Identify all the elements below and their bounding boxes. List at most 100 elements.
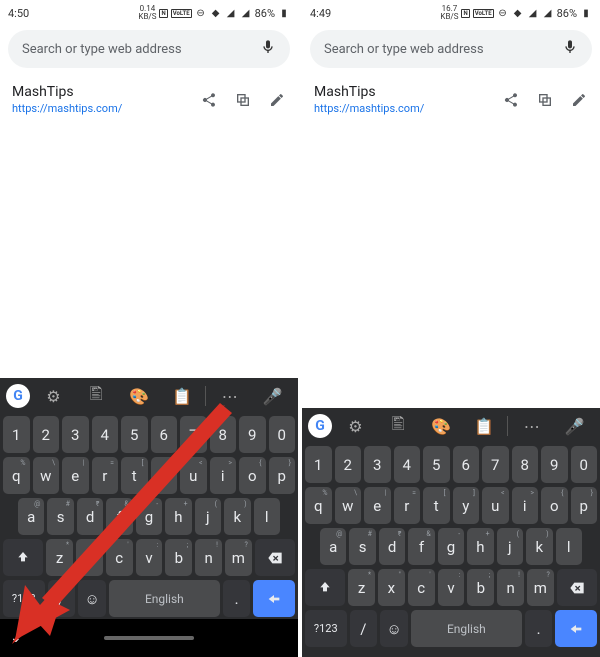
key-c[interactable]: c' <box>106 539 133 576</box>
shift-key[interactable] <box>3 539 43 576</box>
key-r[interactable]: r= <box>394 487 421 524</box>
key-l[interactable]: l <box>254 498 280 535</box>
key-z[interactable]: z* <box>348 569 375 606</box>
slash-key[interactable]: / <box>48 580 76 617</box>
key-k[interactable]: k) <box>224 498 250 535</box>
key-r[interactable]: r= <box>92 457 119 494</box>
key-x[interactable]: x" <box>76 539 103 576</box>
search-bar[interactable]: Search or type web address <box>8 30 290 68</box>
key-i[interactable]: i> <box>210 457 237 494</box>
symbols-key[interactable]: ?123 <box>305 610 347 647</box>
key-y[interactable]: y] <box>453 487 480 524</box>
key-o[interactable]: o{ <box>541 487 568 524</box>
key-1[interactable]: 1 <box>305 446 332 483</box>
key-h[interactable]: h+ <box>165 498 191 535</box>
key-7[interactable]: 7 <box>482 446 509 483</box>
key-a[interactable]: a@ <box>320 528 346 565</box>
search-bar[interactable]: Search or type web address <box>310 30 592 68</box>
key-n[interactable]: n! <box>195 539 222 576</box>
key-0[interactable]: 0 <box>571 446 598 483</box>
key-5[interactable]: 5 <box>423 446 450 483</box>
key-8[interactable]: 8 <box>210 416 237 453</box>
key-l[interactable]: l <box>556 528 582 565</box>
shift-key[interactable] <box>305 569 345 606</box>
more-icon[interactable]: ⋯ <box>210 387 249 406</box>
more-icon[interactable]: ⋯ <box>512 417 551 436</box>
key-u[interactable]: u< <box>482 487 509 524</box>
translate-icon[interactable]: 🖺 <box>77 383 116 410</box>
dot-key[interactable]: . <box>223 580 251 617</box>
key-2[interactable]: 2 <box>33 416 60 453</box>
key-m[interactable]: m? <box>527 569 554 606</box>
google-icon[interactable]: G <box>6 384 30 408</box>
mic-icon[interactable] <box>562 39 578 59</box>
enter-key[interactable] <box>555 610 597 647</box>
gear-icon[interactable]: ⚙ <box>34 387 73 406</box>
key-0[interactable]: 0 <box>269 416 296 453</box>
mic-icon[interactable]: 🎤 <box>555 417 594 436</box>
history-item[interactable]: MashTips https://mashtips.com/ <box>0 74 298 125</box>
key-w[interactable]: w\ <box>33 457 60 494</box>
share-icon[interactable] <box>200 91 218 109</box>
google-icon[interactable]: G <box>308 414 332 438</box>
key-6[interactable]: 6 <box>453 446 480 483</box>
key-o[interactable]: o{ <box>239 457 266 494</box>
clipboard-icon[interactable]: 📋 <box>162 387 201 406</box>
key-j[interactable]: j( <box>195 498 221 535</box>
translate-icon[interactable]: 🖺 <box>379 413 418 440</box>
key-f[interactable]: f& <box>106 498 132 535</box>
backspace-key[interactable] <box>255 539 295 576</box>
key-d[interactable]: d₹ <box>379 528 405 565</box>
mic-icon[interactable]: 🎤 <box>253 387 292 406</box>
key-3[interactable]: 3 <box>62 416 89 453</box>
key-5[interactable]: 5 <box>121 416 148 453</box>
key-3[interactable]: 3 <box>364 446 391 483</box>
key-9[interactable]: 9 <box>541 446 568 483</box>
backspace-key[interactable] <box>557 569 597 606</box>
space-key[interactable]: English <box>109 580 220 617</box>
key-q[interactable]: q% <box>305 487 332 524</box>
symbols-key[interactable]: ?123 <box>3 580 45 617</box>
key-7[interactable]: 7 <box>180 416 207 453</box>
edit-icon[interactable] <box>268 91 286 109</box>
key-v[interactable]: v: <box>438 569 465 606</box>
key-4[interactable]: 4 <box>92 416 119 453</box>
key-2[interactable]: 2 <box>335 446 362 483</box>
key-s[interactable]: s# <box>47 498 73 535</box>
history-item[interactable]: MashTips https://mashtips.com/ <box>302 74 600 125</box>
enter-key[interactable] <box>253 580 295 617</box>
key-g[interactable]: g- <box>438 528 464 565</box>
key-c[interactable]: c' <box>408 569 435 606</box>
share-icon[interactable] <box>502 91 520 109</box>
key-v[interactable]: v: <box>136 539 163 576</box>
key-p[interactable]: p} <box>269 457 296 494</box>
edit-icon[interactable] <box>570 91 588 109</box>
key-i[interactable]: i> <box>512 487 539 524</box>
key-z[interactable]: z* <box>46 539 73 576</box>
key-q[interactable]: q% <box>3 457 30 494</box>
key-b[interactable]: b; <box>467 569 494 606</box>
key-1[interactable]: 1 <box>3 416 30 453</box>
key-y[interactable]: y] <box>151 457 178 494</box>
key-e[interactable]: e| <box>62 457 89 494</box>
clipboard-icon[interactable]: 📋 <box>464 417 503 436</box>
key-8[interactable]: 8 <box>512 446 539 483</box>
key-d[interactable]: d₹ <box>77 498 103 535</box>
key-p[interactable]: p} <box>571 487 598 524</box>
key-k[interactable]: k) <box>526 528 552 565</box>
gear-icon[interactable]: ⚙ <box>336 417 375 436</box>
key-h[interactable]: h+ <box>467 528 493 565</box>
key-f[interactable]: f& <box>408 528 434 565</box>
space-key[interactable]: English <box>411 610 522 647</box>
slash-key[interactable]: / <box>350 610 378 647</box>
key-6[interactable]: 6 <box>151 416 178 453</box>
key-t[interactable]: t[ <box>121 457 148 494</box>
key-m[interactable]: m? <box>225 539 252 576</box>
key-x[interactable]: x" <box>378 569 405 606</box>
key-w[interactable]: w\ <box>335 487 362 524</box>
copy-icon[interactable] <box>234 91 252 109</box>
dot-key[interactable]: . <box>525 610 553 647</box>
chevron-down-icon[interactable]: ⌄ <box>10 630 22 646</box>
theme-icon[interactable]: 🎨 <box>422 417 461 436</box>
key-g[interactable]: g- <box>136 498 162 535</box>
